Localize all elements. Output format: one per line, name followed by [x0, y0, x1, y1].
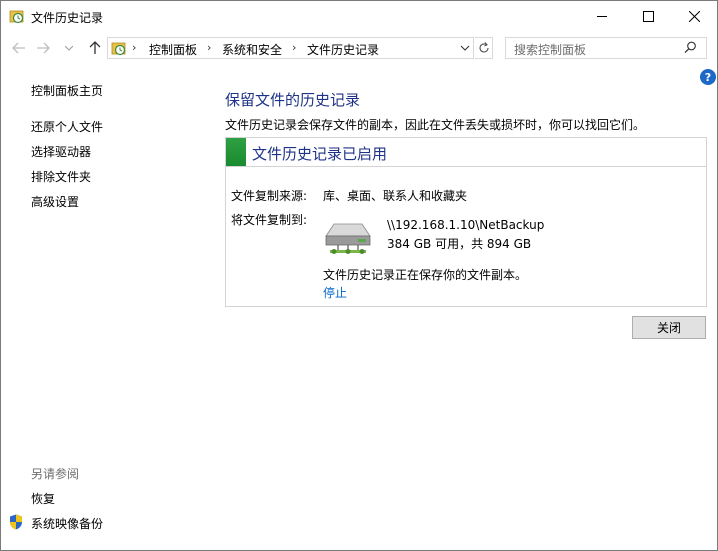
back-arrow-icon	[12, 42, 25, 54]
chevron-down-icon	[65, 45, 73, 51]
window-title: 文件历史记录	[31, 11, 104, 25]
file-history-window: 文件历史记录 › 控制面板 › 系统和安全 › 文件历史记录 搜索控制面板 ? …	[0, 0, 718, 551]
search-box[interactable]: 搜索控制面板	[505, 37, 707, 59]
file-history-app-icon	[9, 10, 24, 24]
destination-space: 384 GB 可用，共 894 GB	[387, 237, 532, 251]
status-header: 文件历史记录已启用	[226, 138, 706, 167]
sidebar-item-advanced-settings[interactable]: 高级设置	[31, 193, 79, 210]
close-icon	[688, 10, 700, 22]
back-button[interactable]	[9, 38, 29, 58]
close-window-button[interactable]	[671, 1, 717, 31]
see-also-heading: 另请参阅	[31, 467, 80, 481]
status-indicator	[226, 138, 246, 166]
sidebar-item-system-image-backup[interactable]: 系统映像备份	[31, 515, 103, 532]
destination-path: \\192.168.1.10\NetBackup	[387, 218, 545, 232]
chevron-right-icon: ›	[292, 41, 297, 54]
search-icon[interactable]	[684, 41, 697, 54]
breadcrumb-control-panel[interactable]: 控制面板	[149, 41, 197, 58]
stop-link[interactable]: 停止	[323, 284, 347, 301]
sidebar-item-exclude-folders[interactable]: 排除文件夹	[31, 168, 91, 185]
status-text: 文件历史记录已启用	[252, 145, 388, 163]
chevron-right-icon: ›	[132, 41, 137, 54]
navigation-bar: › 控制面板 › 系统和安全 › 文件历史记录 搜索控制面板	[1, 33, 717, 63]
sidebar-item-select-drive[interactable]: 选择驱动器	[31, 143, 91, 160]
forward-button[interactable]	[33, 38, 53, 58]
maximize-button[interactable]	[625, 1, 671, 31]
page-title: 保留文件的历史记录	[225, 91, 361, 109]
help-button[interactable]: ?	[700, 69, 716, 85]
up-button[interactable]	[85, 38, 105, 58]
uac-shield-icon	[10, 514, 22, 530]
address-dropdown-icon[interactable]	[460, 41, 470, 55]
saving-status: 文件历史记录正在保存你的文件副本。	[323, 268, 528, 282]
sidebar-item-control-panel-home[interactable]: 控制面板主页	[31, 82, 103, 99]
breadcrumb-system-security[interactable]: 系统和安全	[222, 41, 282, 58]
source-label: 文件复制来源:	[231, 189, 308, 203]
help-icon: ?	[704, 70, 712, 84]
close-button[interactable]: 关闭	[632, 316, 706, 339]
file-history-icon	[111, 42, 126, 56]
up-arrow-icon	[89, 41, 101, 54]
recent-locations-button[interactable]	[59, 38, 79, 58]
status-panel: 文件历史记录已启用 文件复制来源: 库、桌面、联系人和收藏夹 将文件复制到: \…	[225, 137, 707, 307]
refresh-button[interactable]	[475, 37, 493, 59]
page-description: 文件历史记录会保存文件的副本，因此在文件丢失或损坏时，你可以找回它们。	[225, 118, 646, 132]
minimize-icon	[597, 15, 607, 17]
title-bar: 文件历史记录	[1, 1, 717, 31]
destination-label: 将文件复制到:	[231, 213, 308, 227]
sidebar-item-recovery[interactable]: 恢复	[31, 490, 55, 507]
sidebar-item-restore-files[interactable]: 还原个人文件	[31, 118, 103, 135]
minimize-button[interactable]	[579, 1, 625, 31]
refresh-icon	[478, 42, 489, 53]
chevron-right-icon: ›	[207, 41, 212, 54]
breadcrumb-file-history[interactable]: 文件历史记录	[307, 41, 379, 58]
network-drive-icon	[325, 223, 371, 254]
address-bar[interactable]: › 控制面板 › 系统和安全 › 文件历史记录	[107, 37, 474, 59]
maximize-icon	[642, 10, 654, 22]
search-input[interactable]: 搜索控制面板	[514, 41, 586, 58]
forward-arrow-icon	[37, 42, 50, 54]
source-value: 库、桌面、联系人和收藏夹	[323, 189, 468, 203]
